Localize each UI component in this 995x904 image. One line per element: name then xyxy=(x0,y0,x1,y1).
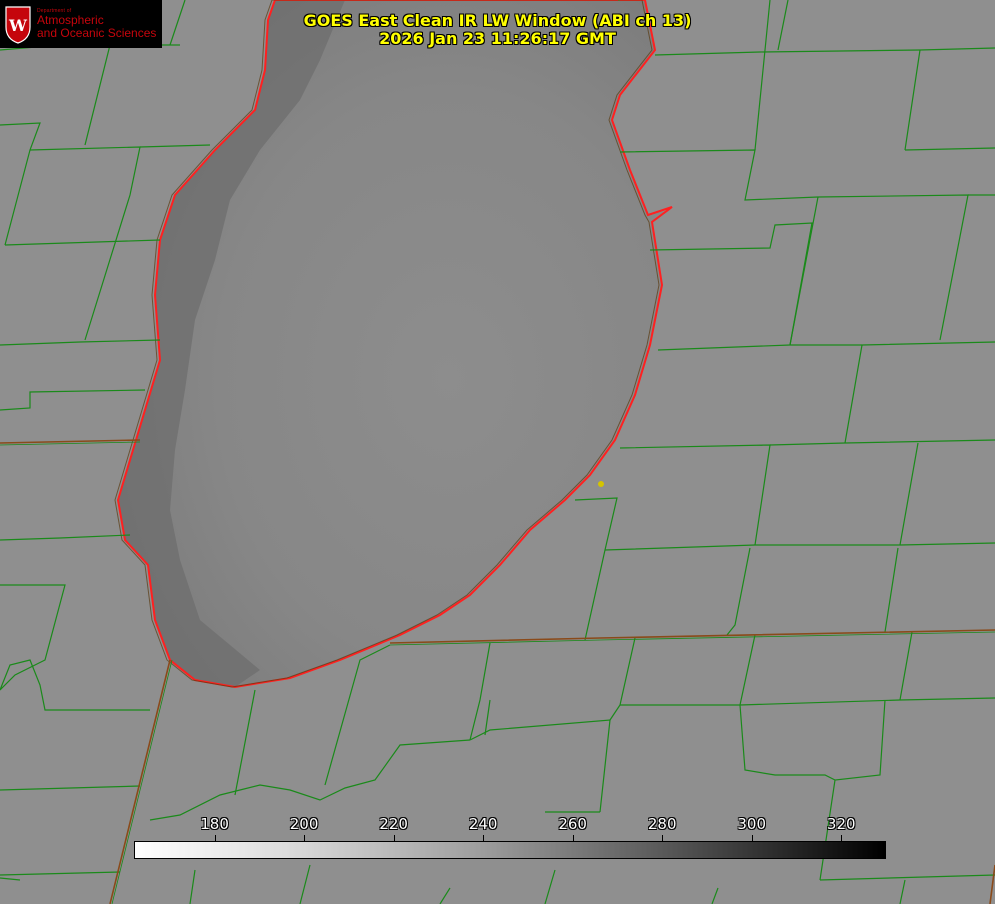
image-title: GOES East Clean IR LW Window (ABI ch 13) xyxy=(303,11,692,30)
colorbar-tick-mark xyxy=(841,835,843,841)
colorbar-tick-mark xyxy=(393,835,395,841)
colorbar-tick-label: 220 xyxy=(379,815,408,833)
colorbar-tick-mark xyxy=(572,835,574,841)
colorbar-tick-mark xyxy=(751,835,753,841)
colorbar-tick-mark xyxy=(304,835,306,841)
colorbar-tick-mark xyxy=(662,835,664,841)
image-timestamp: 2026 Jan 23 11:26:17 GMT xyxy=(379,29,616,48)
satellite-image-viewer: W Department of Atmospheric and Oceanic … xyxy=(0,0,995,904)
colorbar-tick-label: 180 xyxy=(200,815,229,833)
colorbar-tick-label: 240 xyxy=(468,815,498,833)
colorbar xyxy=(134,841,886,859)
colorbar-tick-mark xyxy=(214,835,216,841)
colorbar-tick-label: 280 xyxy=(647,815,677,833)
satellite-map xyxy=(0,0,995,904)
colorbar-tick-label: 300 xyxy=(737,815,767,833)
colorbar-tick-label: 320 xyxy=(826,815,856,833)
location-marker xyxy=(598,481,604,487)
colorbar-tick-label: 200 xyxy=(289,815,319,833)
colorbar-tick-label: 260 xyxy=(558,815,587,833)
colorbar-tick-mark xyxy=(483,835,485,841)
